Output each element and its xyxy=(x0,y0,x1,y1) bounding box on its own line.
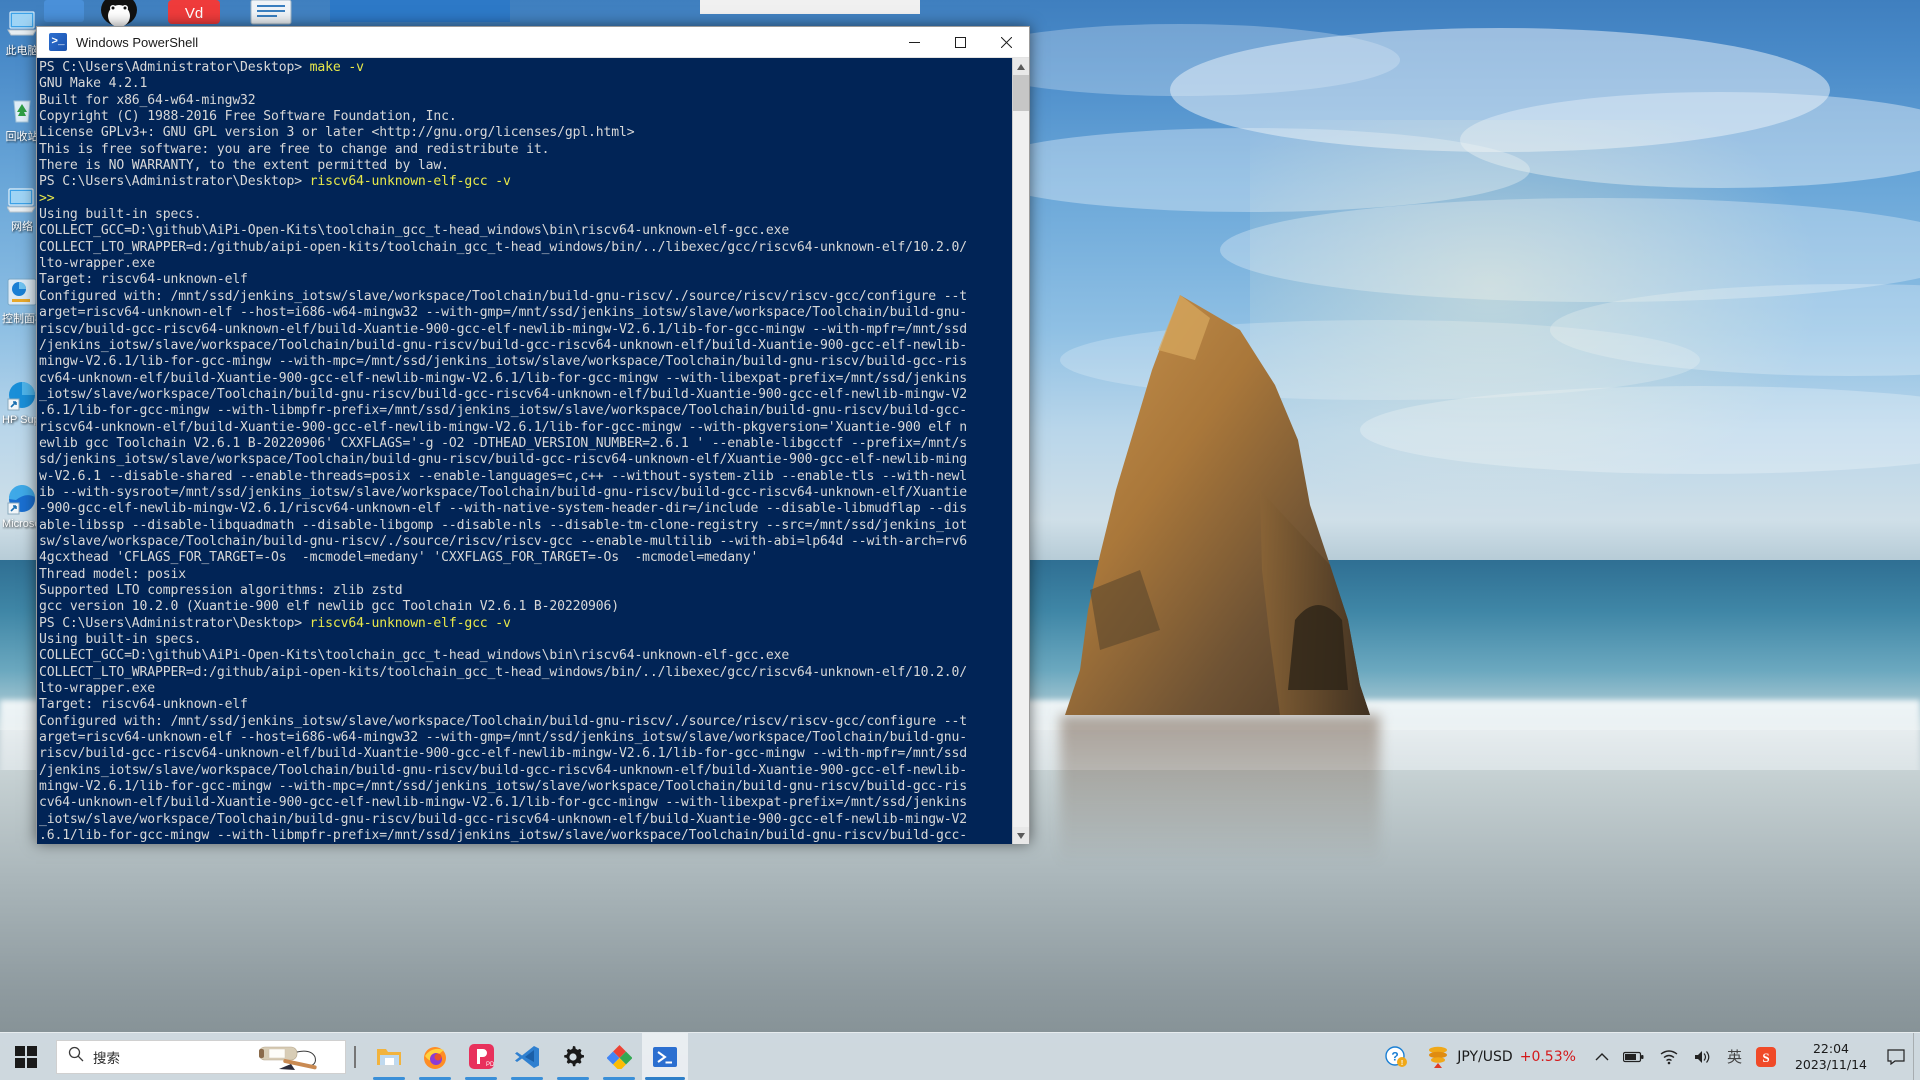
svg-text:S: S xyxy=(1762,1050,1769,1065)
action-center-icon xyxy=(1887,1048,1905,1065)
maximize-button[interactable] xyxy=(937,27,983,58)
powershell-icon: >_ xyxy=(49,33,67,51)
this-pc-icon xyxy=(6,8,38,40)
continuation-prompt: >> xyxy=(39,190,55,206)
desktop-icon-label: 网络 xyxy=(11,221,33,233)
taskbar-app-pdf-reader[interactable]: PDF xyxy=(458,1033,504,1080)
volume-icon[interactable] xyxy=(1686,1033,1720,1080)
scroll-down-arrow[interactable] xyxy=(1012,827,1029,844)
show-hidden-icons-button[interactable] xyxy=(1588,1033,1616,1080)
control-panel-icon xyxy=(6,276,38,308)
command-3: riscv64-unknown-elf-gcc -v xyxy=(309,615,511,631)
firefox-icon xyxy=(424,1046,446,1069)
taskbar-app-vs-code[interactable] xyxy=(504,1033,550,1080)
prompt-line-2: PS C:\Users\Administrator\Desktop> xyxy=(39,174,310,190)
running-indicator xyxy=(419,1076,451,1080)
taskbar-clock[interactable]: 22:04 2023/11/14 xyxy=(1783,1033,1879,1080)
scrollbar-thumb[interactable] xyxy=(1012,75,1029,111)
prompt-line-3: PS C:\Users\Administrator\Desktop> xyxy=(39,615,310,631)
chevron-up-icon xyxy=(1595,1052,1609,1060)
running-indicator xyxy=(603,1076,635,1080)
topstrip-icon-window[interactable] xyxy=(330,0,510,27)
folder-icon xyxy=(377,1048,401,1065)
search-placeholder: 搜索 xyxy=(93,1050,120,1067)
powershell-window[interactable]: >_ Windows PowerShell PS C:\Users\Admini… xyxy=(36,26,1030,844)
console-body[interactable]: PS C:\Users\Administrator\Desktop> make … xyxy=(37,58,1029,844)
stock-ticker[interactable]: JPY/USD +0.53% xyxy=(1414,1033,1588,1080)
minimize-button[interactable] xyxy=(891,27,937,58)
console-scrollbar[interactable] xyxy=(1012,58,1029,844)
running-indicator xyxy=(645,1076,685,1080)
action-center-button[interactable] xyxy=(1879,1033,1913,1080)
network-icon xyxy=(6,184,38,216)
scrollbar-track[interactable] xyxy=(1012,75,1029,827)
taskbar-app-file-explorer[interactable] xyxy=(366,1033,412,1080)
close-button[interactable] xyxy=(983,27,1029,58)
ime-label: 英 xyxy=(1726,1048,1742,1066)
svg-text:!: ! xyxy=(1401,1060,1403,1067)
taskbar-app-settings[interactable] xyxy=(550,1033,596,1080)
make-version-output: GNU Make 4.2.1 Built for x86_64-w64-ming… xyxy=(39,76,635,174)
topstrip-icon-window-2[interactable] xyxy=(700,0,920,19)
help-icon[interactable]: ? ! xyxy=(1378,1033,1414,1080)
stock-change: +0.53% xyxy=(1519,1048,1576,1065)
window-title: Windows PowerShell xyxy=(76,34,199,50)
sogou-input-icon[interactable]: S xyxy=(1749,1033,1783,1080)
prompt-line-1: PS C:\Users\Administrator\Desktop> xyxy=(39,60,310,75)
hp-support-icon xyxy=(6,380,38,412)
running-indicator xyxy=(557,1076,589,1080)
desktop-icon-label: 此电脑 xyxy=(5,45,39,57)
taskbar-app-drive[interactable] xyxy=(596,1033,642,1080)
gcc-version-output-1: Using built-in specs. COLLECT_GCC=D:\git… xyxy=(39,207,967,615)
battery-icon[interactable] xyxy=(1616,1033,1652,1080)
running-indicator xyxy=(511,1076,543,1080)
desktop-icon-label: 回收站 xyxy=(5,131,39,143)
edge-icon xyxy=(6,484,38,516)
svg-text:PDF: PDF xyxy=(486,1062,494,1068)
gcc-version-output-2: Using built-in specs. COLLECT_GCC=D:\git… xyxy=(39,632,967,844)
clock-date: 2023/11/14 xyxy=(1794,1056,1867,1072)
clock-time: 22:04 xyxy=(1812,1040,1849,1056)
taskbar-app-powershell[interactable] xyxy=(642,1032,688,1080)
windows-logo-icon xyxy=(15,1045,37,1068)
window-titlebar[interactable]: >_ Windows PowerShell xyxy=(37,27,1029,58)
taskbar-app-firefox[interactable] xyxy=(412,1033,458,1080)
drive-icon xyxy=(606,1045,632,1069)
pdf-icon: PDF xyxy=(468,1044,494,1069)
rock-reflection xyxy=(1060,715,1380,865)
wifi-icon[interactable] xyxy=(1652,1033,1686,1080)
stock-symbol: JPY/USD xyxy=(1457,1048,1513,1065)
running-indicator xyxy=(465,1076,497,1080)
command-1: make -v xyxy=(309,60,364,75)
command-2: riscv64-unknown-elf-gcc -v xyxy=(309,174,511,190)
search-input[interactable]: 搜索 xyxy=(56,1039,346,1074)
taskbar[interactable]: 搜索 PDF xyxy=(0,1032,1920,1080)
recycle-bin-icon xyxy=(6,94,38,126)
start-button[interactable] xyxy=(0,1033,52,1080)
show-desktop-button[interactable] xyxy=(1913,1032,1920,1080)
powershell-icon xyxy=(653,1046,677,1067)
ime-indicator[interactable]: 英 xyxy=(1720,1033,1749,1080)
system-tray[interactable]: ? ! JPY/USD +0.53% 英 S 22:04 2023/11/14 xyxy=(1378,1032,1920,1080)
rock-formation xyxy=(1065,295,1370,715)
calligraphy-brush-image xyxy=(259,1046,317,1070)
svg-text:Vd: Vd xyxy=(185,5,203,22)
search-icon xyxy=(68,1046,84,1067)
gear-icon xyxy=(564,1045,584,1066)
running-indicator xyxy=(373,1076,405,1080)
taskbar-divider xyxy=(354,1045,356,1068)
scroll-up-arrow[interactable] xyxy=(1012,58,1029,75)
vscode-icon xyxy=(515,1045,539,1068)
console-output[interactable]: PS C:\Users\Administrator\Desktop> make … xyxy=(37,58,1012,844)
stock-coins-icon xyxy=(1429,1046,1448,1068)
